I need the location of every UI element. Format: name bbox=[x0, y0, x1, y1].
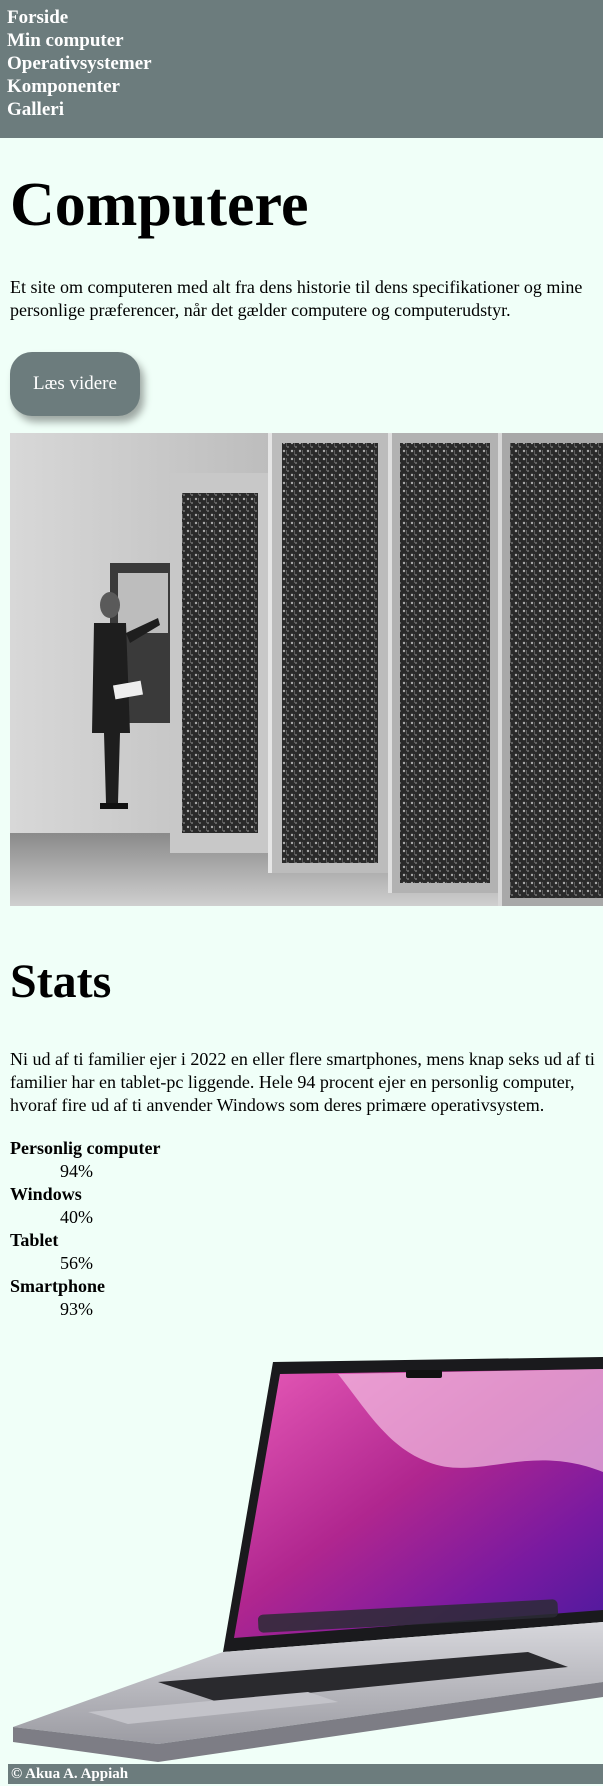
intro-text: Et site om computeren med alt fra dens h… bbox=[10, 277, 583, 320]
stats-value: 93% bbox=[60, 1299, 93, 1319]
stats-list: Personlig computer 94% Windows 40% Table… bbox=[10, 1137, 593, 1321]
stats-text: Ni ud af ti familier ejer i 2022 en elle… bbox=[10, 1049, 595, 1115]
page-title: Computere bbox=[10, 171, 309, 239]
stats-value: 94% bbox=[60, 1161, 93, 1181]
stats-term: Windows bbox=[10, 1184, 82, 1204]
stats-value: 56% bbox=[60, 1253, 93, 1273]
stats-heading: Stats bbox=[10, 955, 112, 1008]
stats-term: Smartphone bbox=[10, 1276, 106, 1296]
read-more-button[interactable]: Læs videre bbox=[10, 352, 140, 416]
footer: © Akua A. Appiah bbox=[8, 1764, 603, 1784]
stats-term: Tablet bbox=[10, 1230, 59, 1250]
nav-link-forside[interactable]: Forside bbox=[7, 6, 596, 29]
main-content: Computere Et site om computeren med alt … bbox=[0, 170, 603, 1321]
nav-link-komponenter[interactable]: Komponenter bbox=[7, 75, 596, 98]
nav-link-galleri[interactable]: Galleri bbox=[7, 98, 596, 121]
nav-link-operativsystemer[interactable]: Operativsystemer bbox=[7, 52, 596, 75]
historic-computer-image bbox=[10, 433, 603, 906]
top-navigation: Forside Min computer Operativsystemer Ko… bbox=[0, 0, 603, 138]
stats-term: Personlig computer bbox=[10, 1138, 161, 1158]
page: Forside Min computer Operativsystemer Ko… bbox=[0, 0, 603, 1786]
nav-link-min-computer[interactable]: Min computer bbox=[7, 29, 596, 52]
stats-value: 40% bbox=[60, 1207, 93, 1227]
laptop-image bbox=[8, 1352, 603, 1762]
